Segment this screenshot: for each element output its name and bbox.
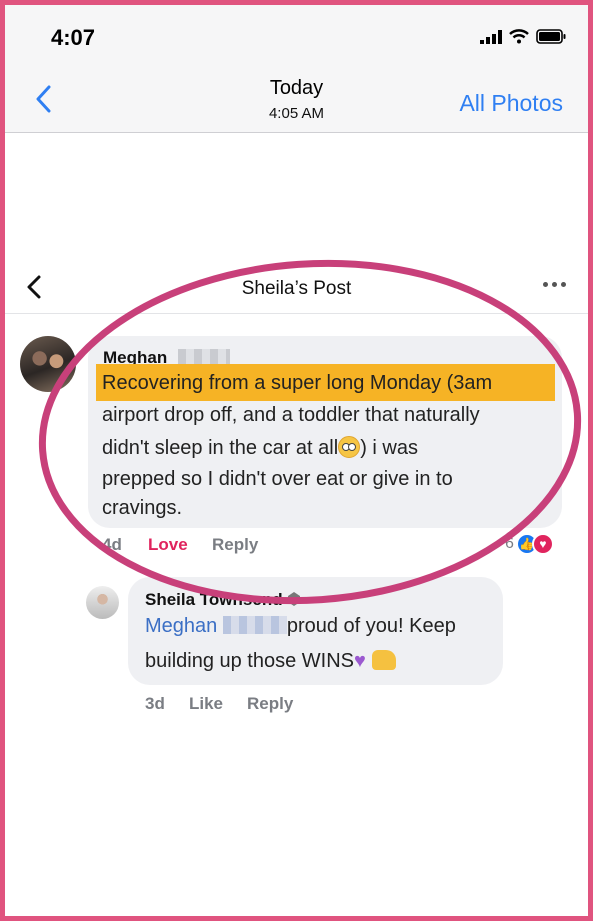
reply-line-1: Meghan proud of you! Keep [145,615,456,638]
love-button[interactable]: Love [148,535,188,555]
comment-line-2: airport drop off, and a toddler that nat… [102,404,480,426]
reply-reply-button[interactable]: Reply [247,694,293,714]
avatar[interactable] [20,336,76,392]
purple-heart-icon: ♥ [354,650,366,672]
comment-time: 4d [102,535,122,554]
reaction-count: 6 [505,535,514,552]
status-time: 4:07 [51,25,96,50]
reply-text-a: proud of you! Keep [286,615,456,637]
redacted-mention-surname [222,616,287,634]
photos-header: 4:07 Today 4:05 AM All Photos [5,5,588,133]
love-reaction-icon: ♥ [531,533,554,555]
wifi-icon [509,29,529,44]
reply-line-2: building up those WINS♥ [145,650,396,673]
reply-text-b: building up those WINS [145,650,355,672]
post-title: Sheila’s Post [241,278,352,299]
post-header: Sheila’s Post [5,262,588,314]
badge-icon [288,592,301,606]
reply-author[interactable]: Sheila Townsend [145,590,301,610]
all-photos-link[interactable]: All Photos [459,90,563,117]
reaction-summary[interactable]: 6 👍 ♥ [505,533,554,555]
status-icons [480,29,566,44]
comment-line-3-text: didn't sleep in the car at all [102,437,339,459]
comment-line-4: prepped so I didn't over eat or give in … [102,468,453,490]
reply-avatar[interactable] [86,586,119,619]
flexed-biceps-icon [371,650,396,670]
battery-icon [536,29,566,44]
comment-line-1: Recovering from a super long Monday (3am [102,372,493,394]
flushed-face-icon [338,436,361,458]
reply-author-name: Sheila Townsend [145,590,283,609]
comment-line-3: didn't sleep in the car at all ) i was [102,436,418,460]
like-button[interactable]: Like [189,694,223,714]
signal-icon [480,29,502,44]
comment-line-5: cravings. [102,497,183,519]
more-options-icon[interactable] [543,282,566,287]
reply-button[interactable]: Reply [212,535,258,555]
reply-time: 3d [145,694,165,713]
comment-line-3-tail: ) i was [360,437,418,459]
mention-link[interactable]: Meghan [145,615,217,637]
